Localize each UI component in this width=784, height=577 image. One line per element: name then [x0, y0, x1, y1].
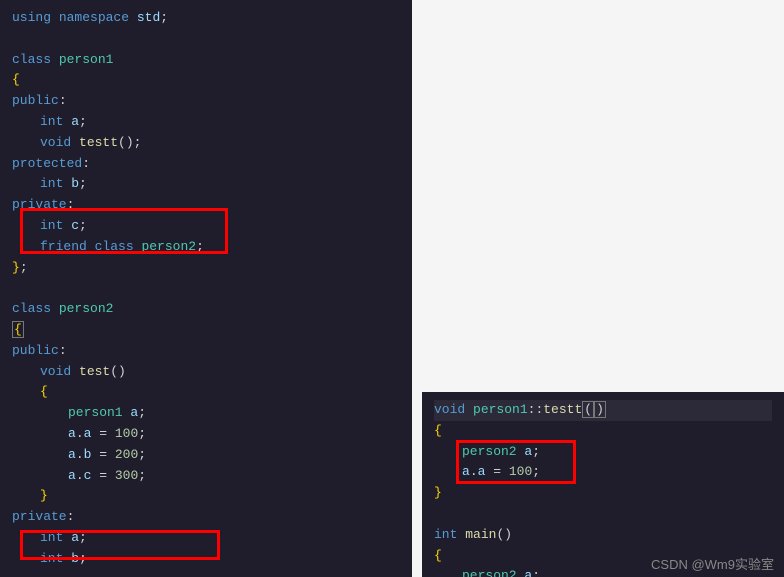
code-line: a.a = 100; [434, 462, 772, 483]
code-line: private: [12, 507, 400, 528]
code-line: { [12, 320, 400, 341]
code-line: int a; [12, 528, 400, 549]
code-line: public: [12, 341, 400, 362]
code-line: } [434, 483, 772, 504]
code-line: { [12, 382, 400, 403]
code-line: protected: [12, 154, 400, 175]
code-line: person2 a; [434, 442, 772, 463]
code-line: private: [12, 195, 400, 216]
code-editor-left[interactable]: using namespace std; class person1 { pub… [0, 0, 412, 577]
code-line: { [12, 70, 400, 91]
code-line: void person1::testt() [434, 400, 772, 421]
code-line: class person2 [12, 299, 400, 320]
code-line: }; [12, 258, 400, 279]
code-editor-right[interactable]: void person1::testt() { person2 a; a.a =… [422, 392, 784, 577]
code-line [12, 278, 400, 299]
code-line: void test() [12, 362, 400, 383]
code-line: void testt(); [12, 133, 400, 154]
code-line: friend class person2; [12, 237, 400, 258]
code-line: int b; [12, 549, 400, 570]
code-line: int a; [12, 112, 400, 133]
code-line: a.b = 200; [12, 445, 400, 466]
code-line: a.a = 100; [12, 424, 400, 445]
code-line: { [434, 421, 772, 442]
code-line: class person1 [12, 50, 400, 71]
code-line [434, 504, 772, 525]
code-line: using namespace std; [12, 8, 400, 29]
watermark-text: CSDN @Wm9实验室 [651, 554, 774, 573]
code-line: int main() [434, 525, 772, 546]
code-line [12, 29, 400, 50]
code-line [12, 570, 400, 577]
code-line: int b; [12, 174, 400, 195]
code-line: int c; [12, 216, 400, 237]
code-line: public: [12, 91, 400, 112]
code-line: person1 a; [12, 403, 400, 424]
code-line: a.c = 300; [12, 466, 400, 487]
code-line: } [12, 486, 400, 507]
